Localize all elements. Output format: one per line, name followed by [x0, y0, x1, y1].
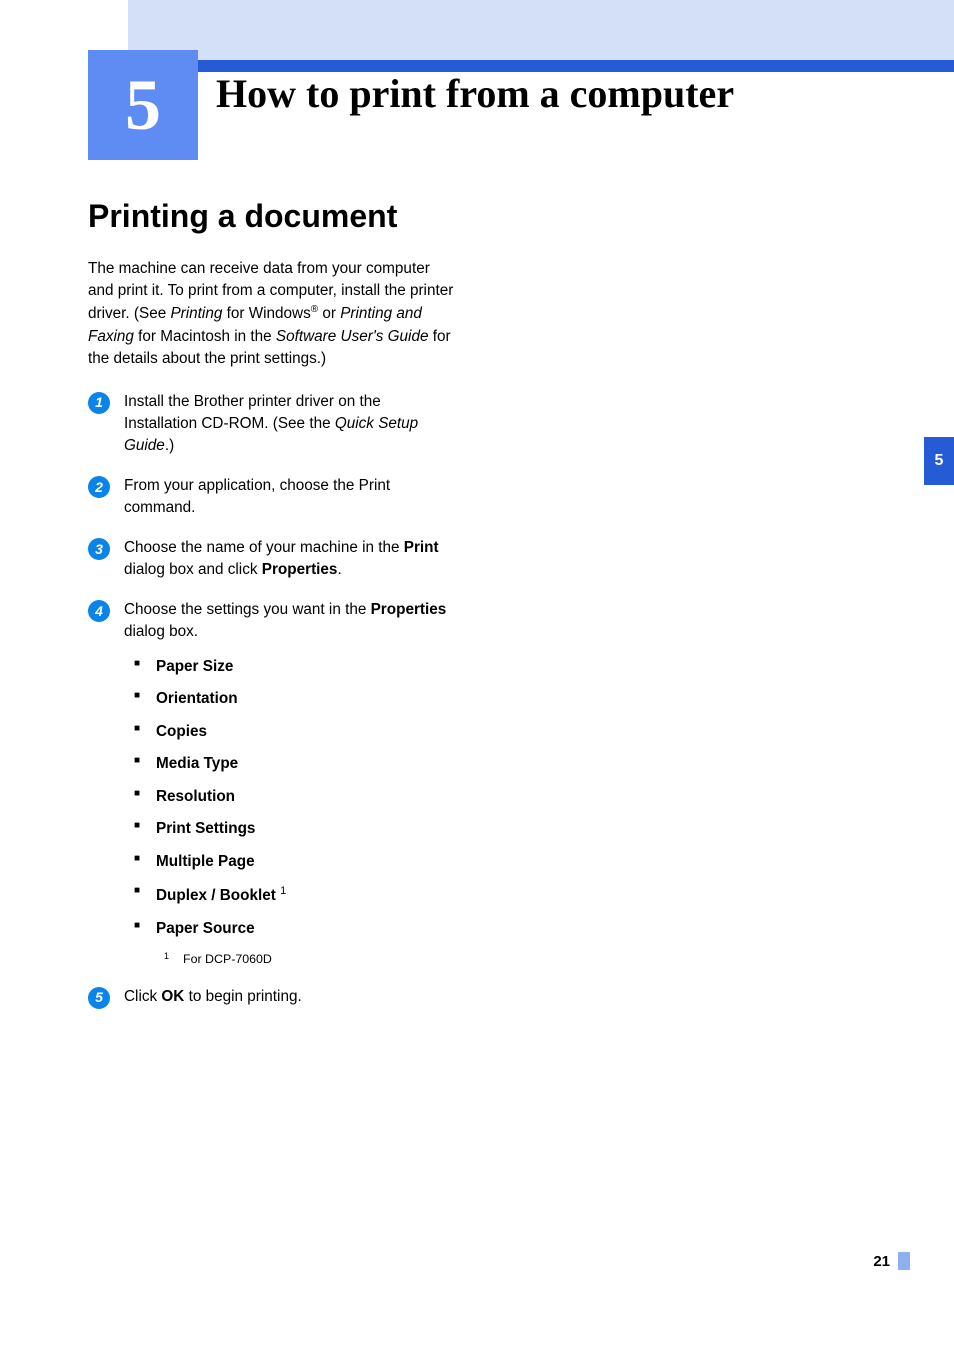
list-item: Media Type [134, 753, 458, 775]
footnote-mark: 1 [164, 950, 169, 968]
step-bullet: 1 [88, 392, 110, 414]
step-text-part: Choose the name of your machine in the [124, 539, 404, 556]
footnote: 1 For DCP-7060D [164, 950, 458, 968]
step-text-part: dialog box and click [124, 561, 262, 578]
intro-text: for Windows [222, 305, 310, 322]
list-item: Paper Size [134, 656, 458, 678]
step-bullet: 2 [88, 476, 110, 498]
step-2: 2 From your application, choose the Prin… [88, 475, 458, 520]
step-text-bold: Properties [371, 601, 447, 618]
step-4: 4 Choose the settings you want in the Pr… [88, 599, 458, 969]
step-text-part: Choose the settings you want in the [124, 601, 371, 618]
page-number-bar [898, 1252, 910, 1270]
side-tab-number: 5 [935, 452, 944, 470]
step-text-part: .) [165, 437, 174, 454]
page-number: 21 [873, 1253, 890, 1270]
properties-list: Paper Size Orientation Copies Media Type… [134, 656, 458, 940]
step-text: Click OK to begin printing. [124, 986, 458, 1008]
intro-italic-1: Printing [170, 305, 222, 322]
chapter-title: How to print from a computer [216, 70, 734, 117]
list-item: Copies [134, 721, 458, 743]
step-1: 1 Install the Brother printer driver on … [88, 391, 458, 458]
header-light-bar [128, 0, 954, 60]
step-text-part: Click [124, 988, 161, 1005]
body-column: The machine can receive data from your c… [88, 258, 458, 1026]
chapter-number-box: 5 [88, 50, 198, 160]
step-text-part: From your application, choose the Print … [124, 477, 390, 516]
side-tab: 5 [924, 437, 954, 485]
step-text: Choose the name of your machine in the P… [124, 537, 458, 582]
footnote-marker: 1 [280, 885, 286, 897]
section-heading: Printing a document [88, 198, 397, 235]
chapter-number: 5 [125, 64, 161, 147]
list-item: Resolution [134, 786, 458, 808]
step-text: From your application, choose the Print … [124, 475, 458, 520]
step-text-part: . [337, 561, 341, 578]
intro-paragraph: The machine can receive data from your c… [88, 258, 458, 371]
step-bullet: 5 [88, 987, 110, 1009]
step-text: Choose the settings you want in the Prop… [124, 599, 458, 969]
step-bullet: 3 [88, 538, 110, 560]
list-item: Paper Source [134, 918, 458, 940]
step-text-bold: OK [161, 988, 184, 1005]
footnote-text: For DCP-7060D [183, 950, 272, 968]
intro-italic-3: Software User's Guide [276, 328, 429, 345]
list-item: Multiple Page [134, 851, 458, 873]
step-5: 5 Click OK to begin printing. [88, 986, 458, 1009]
step-text-part: to begin printing. [184, 988, 301, 1005]
steps-list: 1 Install the Brother printer driver on … [88, 391, 458, 1009]
step-bullet: 4 [88, 600, 110, 622]
step-text: Install the Brother printer driver on th… [124, 391, 458, 458]
step-3: 3 Choose the name of your machine in the… [88, 537, 458, 582]
list-item-with-footnote: Duplex / Booklet 1 [134, 883, 458, 908]
step-text-bold: Print [404, 539, 439, 556]
step-text-bold: Properties [262, 561, 338, 578]
step-text-part: dialog box. [124, 623, 198, 640]
list-item: Print Settings [134, 818, 458, 840]
list-item: Orientation [134, 688, 458, 710]
intro-text: or [318, 305, 340, 322]
intro-text: for Macintosh in the [134, 328, 276, 345]
list-item-text: Duplex / Booklet [156, 887, 276, 904]
